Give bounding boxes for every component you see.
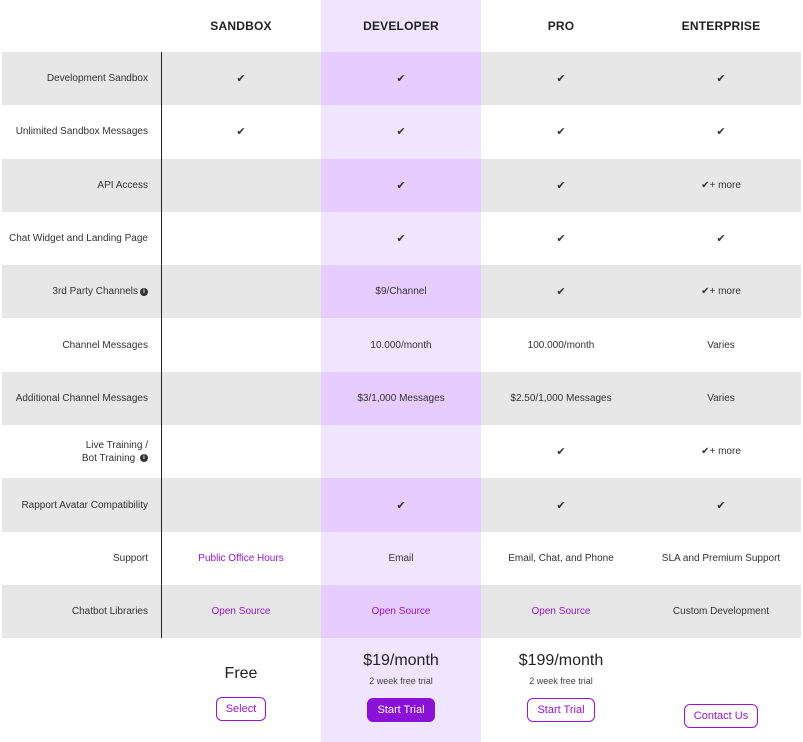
feature-label: Channel Messages [62, 339, 148, 351]
feature-label: Development Sandbox [46, 73, 148, 85]
developer-value: ✔ [321, 158, 481, 212]
developer-value: $9/Channel [321, 265, 481, 319]
sandbox-value [161, 159, 321, 212]
developer-open-source-link[interactable]: Open Source [321, 584, 481, 639]
table-row: Additional Channel Messages $3/1,000 Mes… [2, 371, 801, 426]
enterprise-value: Varies [707, 339, 735, 351]
info-circle-icon[interactable]: i [140, 287, 148, 296]
pro-value: ✔ [556, 126, 566, 139]
table-row: Support Public Office Hours Email Email,… [2, 532, 801, 585]
pro-value: $2.50/1,000 Messages [510, 392, 612, 404]
feature-label-line1: Live Training / [85, 439, 148, 451]
table-row: 3rd Party Channels i $9/Channel ✔ ✔+ mor… [2, 265, 801, 319]
developer-value: ✔ [396, 233, 406, 246]
enterprise-value: ✔+ more [701, 179, 741, 191]
pro-open-source-link[interactable]: Open Source [481, 585, 641, 638]
developer-trial-note: 2 week free trial [369, 676, 433, 686]
feature-label: Additional Channel Messages [15, 392, 148, 404]
feature-label-two-line: Live Training / Bot Training i [2, 425, 161, 478]
enterprise-footer: Contact Us [641, 638, 801, 742]
feature-label: Unlimited Sandbox Messages [15, 126, 148, 138]
table-row: Chatbot Libraries Open Source Open Sourc… [2, 584, 801, 639]
sandbox-value [161, 425, 321, 478]
developer-start-trial-button[interactable]: Start Trial [367, 698, 435, 722]
developer-value: ✔ [396, 126, 406, 139]
pro-price: $199/month [518, 652, 604, 669]
sandbox-value [161, 212, 321, 265]
pro-value: ✔ [556, 499, 566, 512]
sandbox-value [161, 318, 321, 371]
plan-header-enterprise: ENTERPRISE [681, 19, 761, 33]
feature-label: Support [112, 552, 148, 564]
table-row: Unlimited Sandbox Messages ✔ ✔ ✔ ✔ [2, 105, 801, 158]
enterprise-value: Varies [707, 392, 735, 404]
enterprise-value: SLA and Premium Support [661, 552, 781, 564]
pro-value: ✔ [556, 233, 566, 246]
enterprise-value: ✔+ more [701, 446, 741, 458]
plan-header-sandbox: SANDBOX [210, 19, 272, 33]
feature-label: Chatbot Libraries [71, 606, 148, 618]
plan-header-row: SANDBOX DEVELOPER PRO ENTERPRISE [0, 0, 803, 52]
developer-value: 10.000/month [370, 339, 432, 351]
feature-table: Development Sandbox ✔ ✔ ✔ ✔ Unlimited Sa… [2, 52, 801, 639]
enterprise-value: ✔+ more [701, 286, 741, 298]
table-row: Development Sandbox ✔ ✔ ✔ ✔ [2, 52, 801, 106]
sandbox-value [161, 265, 321, 318]
feature-label: 3rd Party Channels [52, 286, 138, 298]
feature-label: Rapport Avatar Compatibility [21, 499, 148, 511]
pro-value: ✔ [556, 446, 566, 459]
sandbox-value: ✔ [236, 126, 246, 139]
pro-value: ✔ [556, 179, 566, 192]
feature-label: Chat Widget and Landing Page [9, 233, 148, 245]
contact-us-button[interactable]: Contact Us [683, 704, 759, 728]
pro-value: ✔ [556, 73, 566, 86]
pro-value: 100.000/month [527, 339, 595, 351]
plan-header-developer: DEVELOPER [363, 19, 439, 33]
table-row: API Access ✔ ✔ ✔+ more [2, 158, 801, 212]
pro-value: ✔ [556, 286, 566, 299]
table-row: Channel Messages 10.000/month 100.000/mo… [2, 318, 801, 371]
enterprise-value: ✔ [716, 73, 726, 86]
developer-value: Email [388, 552, 414, 564]
enterprise-value: ✔ [716, 499, 726, 512]
sandbox-value [161, 372, 321, 425]
developer-price: $19/month [363, 652, 439, 669]
developer-value: $3/1,000 Messages [321, 371, 481, 426]
feature-label: API Access [97, 179, 148, 191]
sandbox-price: Free [224, 665, 258, 682]
sandbox-footer: Free Select [161, 638, 321, 742]
table-row: Chat Widget and Landing Page ✔ ✔ ✔ [2, 212, 801, 265]
pro-trial-note: 2 week free trial [529, 676, 593, 686]
sandbox-open-source-link[interactable]: Open Source [161, 585, 321, 638]
pricing-footer: Free Select $19/month 2 week free trial … [0, 638, 803, 742]
developer-footer: $19/month 2 week free trial Start Trial [321, 638, 481, 742]
developer-value: ✔ [321, 52, 481, 106]
pro-value: Email, Chat, and Phone [508, 552, 614, 564]
feature-label-line2: Bot Training [81, 452, 136, 464]
table-row: Live Training / Bot Training i ✔ ✔+ more [2, 425, 801, 478]
pro-footer: $199/month 2 week free trial Start Trial [481, 638, 641, 742]
pro-start-trial-button[interactable]: Start Trial [527, 698, 595, 722]
enterprise-value: Custom Development [672, 606, 770, 618]
developer-value [321, 425, 481, 478]
enterprise-value: ✔ [716, 233, 726, 246]
pricing-comparison: SANDBOX DEVELOPER PRO ENTERPRISE Develop… [0, 0, 803, 742]
column-divider [161, 52, 162, 638]
sandbox-value [161, 478, 321, 531]
sandbox-support-link[interactable]: Public Office Hours [161, 532, 321, 585]
plan-header-pro: PRO [547, 19, 575, 33]
table-row: Rapport Avatar Compatibility ✔ ✔ ✔ [2, 478, 801, 532]
sandbox-value: ✔ [236, 73, 246, 86]
feature-label-with-info: 3rd Party Channels i [2, 265, 161, 318]
enterprise-value: ✔ [716, 126, 726, 139]
select-button[interactable]: Select [215, 697, 267, 721]
developer-value: ✔ [321, 478, 481, 532]
info-circle-icon[interactable]: i [140, 454, 148, 463]
